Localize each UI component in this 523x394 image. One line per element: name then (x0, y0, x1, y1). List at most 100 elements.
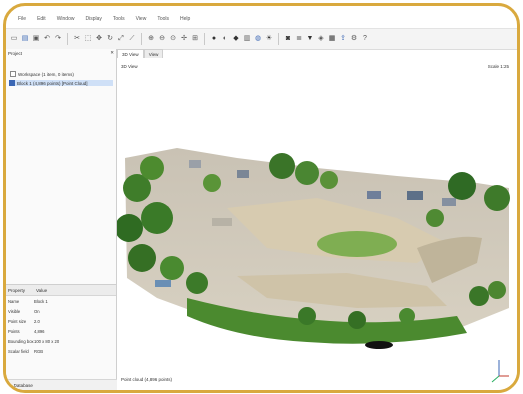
toolbar-separator (141, 33, 142, 45)
pan-icon[interactable]: ✢ (180, 35, 188, 43)
layers-icon[interactable]: ≣ (295, 35, 303, 43)
mesh-icon[interactable]: ▦ (328, 35, 336, 43)
tree (160, 256, 184, 280)
tree (348, 311, 366, 329)
property-row: Name Block 1 (8, 299, 48, 304)
house (442, 198, 456, 206)
tree (399, 308, 415, 324)
grass-patch (317, 231, 397, 257)
grid-icon[interactable]: ⊞ (191, 35, 199, 43)
redo-icon[interactable]: ↷ (54, 35, 62, 43)
tree (295, 161, 319, 185)
property-row: Point size 2.0 (8, 319, 40, 324)
menu-file[interactable]: File (18, 16, 26, 22)
menu-edit[interactable]: Edit (37, 16, 46, 22)
project-panel-title: Project ✕ (8, 49, 114, 57)
checkbox-block[interactable] (9, 80, 15, 86)
axis-gizmo (491, 360, 509, 383)
house (212, 218, 232, 226)
clip-icon[interactable]: ◆ (232, 35, 240, 43)
tree (484, 185, 510, 211)
menu-view[interactable]: View (136, 16, 147, 22)
cut-icon[interactable]: ✂ (73, 35, 81, 43)
property-key: Visible (8, 309, 21, 314)
settings-icon[interactable]: ⚙ (350, 35, 358, 43)
col-property: Property (8, 287, 26, 293)
property-key: Points (8, 329, 20, 334)
property-value: 2.0 (34, 319, 40, 324)
database-tab[interactable]: ▪ Database (6, 379, 119, 390)
zoom-out-icon[interactable]: ⊖ (158, 35, 166, 43)
3d-viewport[interactable]: 3D View Scale 1:25 Point cloud (4,896 po… (117, 58, 517, 390)
panel-title-text: Project (8, 50, 23, 56)
tree-item-workspace[interactable]: Workspace (1 item, 0 items) (10, 71, 74, 77)
property-value: Block 1 (34, 299, 48, 304)
tab-view[interactable]: View (143, 49, 164, 58)
tree (469, 286, 489, 306)
move-icon[interactable]: ✥ (95, 35, 103, 43)
toolbar-separator (204, 33, 205, 45)
tree-item-block[interactable]: Block 1 (4,896 points) [Point Cloud] (9, 80, 113, 86)
light-icon[interactable]: ☀ (265, 35, 273, 43)
toolbar-separator (278, 33, 279, 45)
property-value: 100 x 80 x 20 (34, 339, 60, 344)
tree (140, 156, 164, 180)
database-tab-label: Database (13, 382, 33, 388)
tree (298, 307, 316, 325)
tree (128, 244, 156, 272)
property-row: Visible On (8, 309, 40, 314)
checkbox-workspace[interactable] (10, 71, 16, 77)
toolbar-separator (67, 33, 68, 45)
property-key: Bounding box (8, 339, 34, 344)
properties-panel: Property Value Name Block 1 Visible On Poi… (6, 284, 116, 390)
menu-tools-2[interactable]: Tools (157, 16, 169, 22)
camera-icon[interactable]: ◙ (284, 35, 292, 43)
new-icon[interactable]: ▭ (10, 35, 18, 43)
property-row: Scalar field RGB (8, 349, 43, 354)
tree (269, 153, 295, 179)
property-value: On (34, 309, 40, 314)
house (407, 191, 423, 200)
color-icon[interactable]: ◍ (254, 35, 262, 43)
tab-3d-view[interactable]: 3D View (117, 49, 144, 58)
viewport-tabs: 3D View View (117, 49, 164, 58)
measure-icon[interactable]: ⟋ (128, 35, 136, 43)
point-size-icon[interactable]: ● (210, 35, 218, 43)
database-icon: ▪ (9, 382, 11, 388)
property-key: Scalar field (8, 349, 29, 354)
property-value: 4,896 (34, 329, 45, 334)
menu-bar: File Edit Window Display Tools View Tool… (6, 14, 517, 24)
zoom-fit-icon[interactable]: ⊙ (169, 35, 177, 43)
filter-icon[interactable]: ▼ (306, 35, 314, 43)
col-value: Value (36, 287, 48, 293)
segment-icon[interactable]: ◐ (221, 35, 229, 43)
menu-window[interactable]: Window (57, 16, 75, 22)
section-icon[interactable]: ▥ (243, 35, 251, 43)
tree-item-label: Block 1 (4,896 points) [Point Cloud] (17, 80, 88, 86)
menu-display[interactable]: Display (85, 16, 101, 22)
scale-icon[interactable]: ⤢ (117, 35, 125, 43)
project-panel: Project ✕ Workspace (1 item, 0 items) Bl… (6, 49, 119, 390)
tree (186, 272, 208, 294)
rotate-icon[interactable]: ↻ (106, 35, 114, 43)
property-value: RGB (34, 349, 44, 354)
menu-help[interactable]: Help (180, 16, 190, 22)
house (189, 160, 201, 168)
help-icon[interactable]: ? (361, 35, 369, 43)
close-panel-icon[interactable]: ✕ (110, 50, 114, 56)
classify-icon[interactable]: ◈ (317, 35, 325, 43)
properties-header: Property Value (6, 285, 116, 296)
undo-icon[interactable]: ↶ (43, 35, 51, 43)
save-icon[interactable]: ▣ (32, 35, 40, 43)
property-key: Name (8, 299, 20, 304)
zoom-in-icon[interactable]: ⊕ (147, 35, 155, 43)
open-icon[interactable]: ▤ (21, 35, 29, 43)
property-row: Points 4,896 (8, 329, 44, 334)
property-key: Point size (8, 319, 27, 324)
main-toolbar: ▭ ▤ ▣ ↶ ↷ ✂ ⬚ ✥ ↻ ⤢ ⟋ ⊕ ⊖ ⊙ ✢ ⊞ ● ◐ ◆ ▥ … (6, 28, 517, 50)
select-icon[interactable]: ⬚ (84, 35, 92, 43)
house (367, 191, 381, 199)
point-cloud-render[interactable] (117, 58, 517, 390)
export-icon[interactable]: ⇪ (339, 35, 347, 43)
menu-tools[interactable]: Tools (113, 16, 125, 22)
